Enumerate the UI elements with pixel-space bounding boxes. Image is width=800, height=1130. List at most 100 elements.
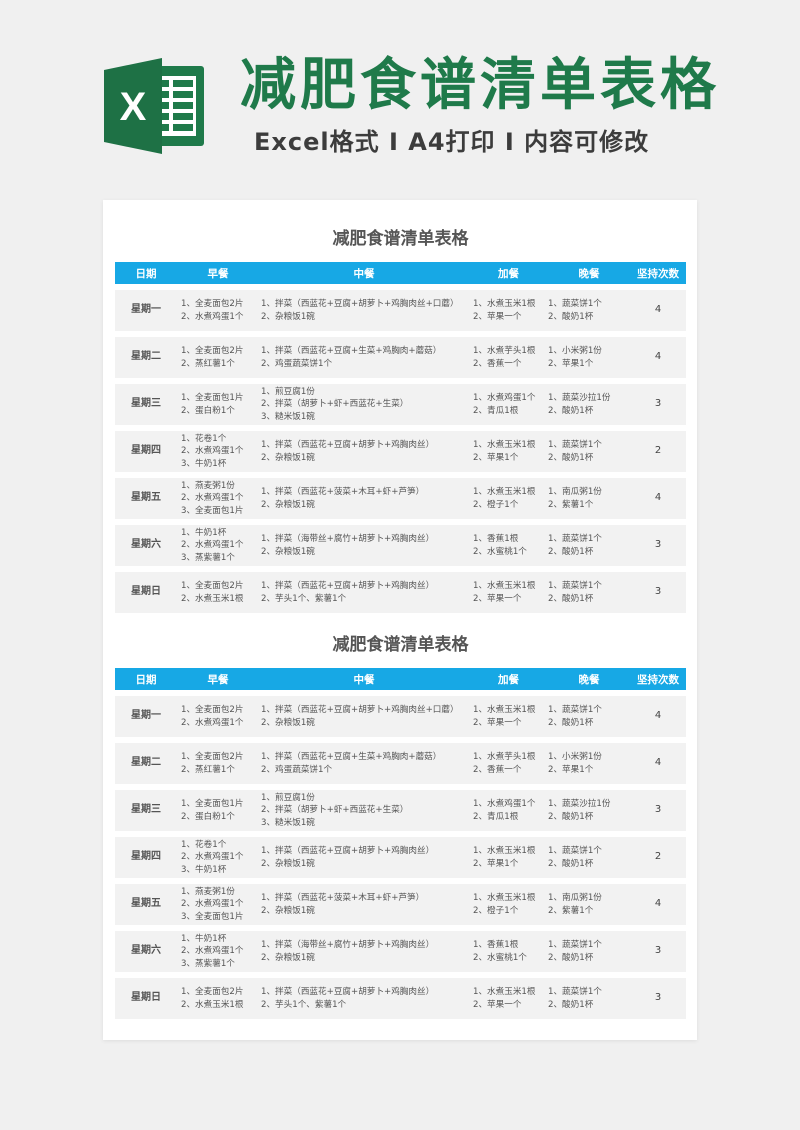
col-lunch-header: 中餐 [353, 673, 375, 686]
table-row: 星期日 1、全麦面包2片 2、水煮玉米1根 1、拌菜（西蓝花+豆腐+胡萝卜+鸡胸肉丝）… [115, 978, 686, 1019]
lunch-item: 2、杂粮饭1碗 [261, 546, 315, 557]
meal-table-2: 减肥食谱清单表格 日期 早餐 中餐 加餐 晚餐 坚持次数 星期一 1、全麦面包2片 2、水煮鸡蛋1… [115, 632, 686, 1019]
snack-cell: 1、水煮鸡蛋1个 2、青瓜1根 [469, 384, 548, 425]
lunch-item: 1、煎豆腐1份 [261, 386, 315, 397]
snack-cell: 1、水煮玉米1根 2、苹果1个 [469, 431, 548, 472]
dinner-item: 2、苹果1个 [548, 358, 594, 369]
page-subtitle: Excel格式 Ⅰ A4打印 Ⅰ 内容可修改 [254, 128, 650, 156]
breakfast-item: 1、全麦面包2片 [181, 581, 244, 591]
dinner-cell: 1、南瓜粥1份 2、紫薯1个 [548, 478, 630, 519]
col-snack-header: 加餐 [498, 267, 519, 280]
table-row: 星期六 1、牛奶1杯 2、水煮鸡蛋1个 3、蒸紫薯1个 1、拌菜（海带丝+腐竹+胡萝卜+… [115, 931, 686, 972]
page-title: 减肥食谱清单表格 [240, 53, 720, 118]
breakfast-item: 1、燕麦粥1份 [181, 480, 235, 491]
day-cell: 星期四 [131, 851, 161, 863]
breakfast-item: 2、水煮鸡蛋1个 [181, 493, 244, 504]
dinner-cell: 1、蔬菜饼1个 2、酸奶1杯 [548, 572, 630, 613]
breakfast-cell: 1、全麦面包1片 2、蛋白粉1个 [177, 384, 259, 425]
lunch-item: 1、拌菜（西蓝花+豆腐+胡萝卜+鸡胸肉丝+口蘑） [261, 705, 459, 715]
lunch-item: 1、拌菜（西蓝花+豆腐+胡萝卜+鸡胸肉丝） [261, 581, 435, 591]
breakfast-item: 2、蛋白粉1个 [181, 405, 235, 416]
snack-item: 2、苹果1个 [473, 858, 519, 869]
table-row: 星期一 1、全麦面包2片 2、水煮鸡蛋1个 1、拌菜（西蓝花+豆腐+胡萝卜+鸡胸肉丝+… [115, 696, 686, 737]
snack-item: 1、水煮玉米1根 [473, 987, 536, 997]
lunch-cell: 1、拌菜（西蓝花+菠菜+木耳+虾+芦笋） 2、杂粮饭1碗 [259, 478, 469, 519]
dinner-item: 2、酸奶1杯 [548, 405, 594, 416]
lunch-item: 2、杂粮饭1碗 [261, 905, 315, 916]
snack-cell: 1、水煮芋头1根 2、香蕉一个 [469, 337, 548, 378]
dinner-item: 1、小米粥1份 [548, 752, 602, 762]
table-row: 星期三 1、全麦面包1片 2、蛋白粉1个 1、煎豆腐1份 2、拌菜（胡萝卜+虾+西蓝花+… [115, 384, 686, 425]
col-dinner-header: 晚餐 [578, 267, 600, 280]
dinner-cell: 1、蔬菜饼1个 2、酸奶1杯 [548, 837, 630, 878]
breakfast-item: 1、全麦面包2片 [181, 705, 244, 715]
snack-item: 1、水煮鸡蛋1个 [473, 799, 536, 809]
lunch-item: 2、芋头1个、紫薯1个 [261, 593, 347, 604]
day-cell: 星期三 [131, 804, 161, 816]
day-cell: 星期六 [131, 539, 161, 551]
day-cell: 星期三 [131, 398, 161, 410]
snack-item: 1、水煮鸡蛋1个 [473, 393, 536, 403]
table-row: 星期四 1、花卷1个 2、水煮鸡蛋1个 3、牛奶1杯 1、拌菜（西蓝花+豆腐+胡萝卜+鸡… [115, 837, 686, 878]
dinner-item: 2、苹果1个 [548, 764, 594, 775]
day-cell: 星期日 [131, 992, 161, 1004]
snack-item: 2、橙子1个 [473, 905, 519, 916]
breakfast-item: 1、全麦面包1片 [181, 393, 244, 403]
snack-cell: 1、水煮芋头1根 2、香蕉一个 [469, 743, 548, 784]
lunch-item: 2、杂粮饭1碗 [261, 311, 315, 322]
dinner-item: 2、酸奶1杯 [548, 452, 594, 463]
lunch-cell: 1、拌菜（海带丝+腐竹+胡萝卜+鸡胸肉丝） 2、杂粮饭1碗 [259, 931, 469, 972]
breakfast-item: 2、水煮鸡蛋1个 [181, 946, 244, 957]
dinner-cell: 1、蔬菜饼1个 2、酸奶1杯 [548, 696, 630, 737]
lunch-item: 2、杂粮饭1碗 [261, 499, 315, 510]
count-cell: 3 [654, 945, 662, 957]
breakfast-item: 2、蛋白粉1个 [181, 811, 235, 822]
breakfast-item: 1、燕麦粥1份 [181, 886, 235, 897]
snack-item: 2、苹果1个 [473, 452, 519, 463]
dinner-item: 1、蔬菜沙拉1份 [548, 393, 611, 403]
count-cell: 4 [654, 898, 662, 910]
breakfast-item: 1、全麦面包2片 [181, 299, 244, 309]
breakfast-item: 3、牛奶1杯 [181, 458, 227, 469]
count-cell: 4 [654, 492, 662, 504]
breakfast-cell: 1、牛奶1杯 2、水煮鸡蛋1个 3、蒸紫薯1个 [177, 525, 259, 566]
dinner-cell: 1、蔬菜沙拉1份 2、酸奶1杯 [548, 384, 630, 425]
dinner-item: 1、蔬菜饼1个 [548, 440, 602, 450]
breakfast-item: 1、花卷1个 [181, 433, 227, 444]
lunch-item: 1、拌菜（西蓝花+豆腐+胡萝卜+鸡胸肉丝） [261, 440, 435, 450]
lunch-item: 1、拌菜（海带丝+腐竹+胡萝卜+鸡胸肉丝） [261, 534, 435, 544]
dinner-item: 1、小米粥1份 [548, 346, 602, 356]
lunch-item: 1、拌菜（西蓝花+菠菜+木耳+虾+芦笋） [261, 487, 425, 497]
snack-cell: 1、水煮玉米1根 2、苹果一个 [469, 290, 548, 331]
lunch-cell: 1、拌菜（西蓝花+豆腐+胡萝卜+鸡胸肉丝+口蘑） 2、杂粮饭1碗 [259, 696, 469, 737]
breakfast-item: 1、牛奶1杯 [181, 527, 227, 538]
table-header: 日期 早餐 中餐 加餐 晚餐 坚持次数 [115, 668, 686, 690]
lunch-cell: 1、拌菜（西蓝花+豆腐+胡萝卜+鸡胸肉丝） 2、杂粮饭1碗 [259, 431, 469, 472]
table-row: 星期二 1、全麦面包2片 2、蒸红薯1个 1、拌菜（西蓝花+豆腐+生菜+鸡胸肉+蘑菇）… [115, 743, 686, 784]
count-cell: 4 [654, 710, 662, 722]
dinner-item: 2、紫薯1个 [548, 499, 594, 510]
breakfast-cell: 1、牛奶1杯 2、水煮鸡蛋1个 3、蒸紫薯1个 [177, 931, 259, 972]
table-header: 日期 早餐 中餐 加餐 晚餐 坚持次数 [115, 262, 686, 284]
dinner-cell: 1、蔬菜饼1个 2、酸奶1杯 [548, 525, 630, 566]
col-count-header: 坚持次数 [637, 267, 679, 280]
table-title: 减肥食谱清单表格 [332, 635, 469, 655]
dinner-item: 1、蔬菜饼1个 [548, 987, 602, 997]
snack-item: 2、香蕉一个 [473, 764, 522, 775]
table-row: 星期五 1、燕麦粥1份 2、水煮鸡蛋1个 3、全麦面包1片 1、拌菜（西蓝花+菠菜+木耳… [115, 884, 686, 925]
table-row: 星期日 1、全麦面包2片 2、水煮玉米1根 1、拌菜（西蓝花+豆腐+胡萝卜+鸡胸肉丝）… [115, 572, 686, 613]
dinner-item: 2、酸奶1杯 [548, 811, 594, 822]
count-cell: 4 [654, 757, 662, 769]
dinner-cell: 1、蔬菜饼1个 2、酸奶1杯 [548, 290, 630, 331]
breakfast-item: 2、水煮鸡蛋1个 [181, 717, 244, 728]
count-cell: 3 [654, 539, 662, 551]
table-title: 减肥食谱清单表格 [332, 229, 469, 249]
col-lunch-header: 中餐 [353, 267, 375, 280]
snack-item: 1、香蕉1根 [473, 940, 519, 950]
lunch-item: 1、拌菜（西蓝花+豆腐+胡萝卜+鸡胸肉丝+口蘑） [261, 299, 459, 309]
snack-item: 2、水蜜桃1个 [473, 546, 527, 557]
dinner-cell: 1、小米粥1份 2、苹果1个 [548, 743, 630, 784]
snack-item: 1、水煮玉米1根 [473, 581, 536, 591]
breakfast-cell: 1、全麦面包2片 2、水煮鸡蛋1个 [177, 696, 259, 737]
snack-item: 1、水煮芋头1根 [473, 752, 536, 762]
